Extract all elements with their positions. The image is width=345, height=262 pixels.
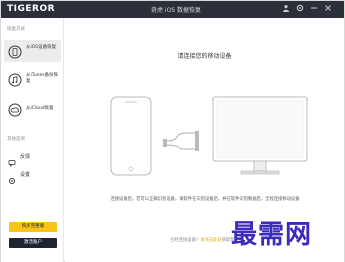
app-logo: TIGEROR bbox=[7, 4, 56, 14]
itunes-icon bbox=[8, 72, 22, 87]
user-icon[interactable] bbox=[281, 4, 291, 14]
phone-icon bbox=[8, 44, 22, 59]
sidebar-item-itunes[interactable]: 从iTunes备份恢复 bbox=[4, 68, 61, 90]
settings-icon[interactable] bbox=[295, 4, 305, 14]
help-link[interactable]: 请点击此处 bbox=[200, 238, 221, 243]
feedback-label: 反馈 bbox=[20, 154, 31, 160]
sidebar-item-label: 从iCloud恢复 bbox=[26, 106, 54, 111]
instructions-text: 连接设备后，若可以正确识别设备，请软件在识别设备后，并在软件识别数据后，全程连接… bbox=[110, 197, 300, 202]
sidebar-item-label: 从iTunes备份恢复 bbox=[26, 73, 59, 84]
page-title: 请连接您的移动设备 bbox=[177, 53, 232, 60]
sidebar: 恢复方式 从iOS设备恢复 从iTunes备份恢复 从iCloud恢复 其他选项 bbox=[1, 18, 64, 262]
cloud-icon bbox=[8, 102, 22, 117]
usb-cable-icon bbox=[163, 131, 199, 151]
sidebar-item-feedback[interactable]: 反馈 bbox=[4, 150, 61, 167]
monitor-illustration bbox=[212, 96, 308, 175]
gear-icon bbox=[8, 170, 16, 185]
sidebar-item-icloud[interactable]: 从iCloud恢复 bbox=[4, 98, 61, 120]
title-bar: TIGEROR 奇虎 iOS 数据恢复 bbox=[1, 1, 344, 18]
watermark: 最需网 bbox=[231, 220, 313, 250]
app-window: TIGEROR 奇虎 iOS 数据恢复 恢复方式 从iOS设备恢复 从iTune… bbox=[0, 0, 345, 262]
feedback-icon bbox=[8, 152, 16, 167]
connect-device-illustration bbox=[110, 96, 308, 176]
phone-illustration bbox=[110, 96, 152, 176]
close-icon[interactable] bbox=[323, 4, 333, 14]
footer-prefix: 已经连接设备？ bbox=[170, 238, 201, 243]
sidebar-item-ios-device[interactable]: 从iOS设备恢复 bbox=[4, 40, 61, 62]
section-label-recovery: 恢复方式 bbox=[7, 27, 25, 32]
window-title: 奇虎 iOS 数据恢复 bbox=[151, 7, 202, 14]
minimize-icon[interactable] bbox=[309, 4, 319, 14]
buy-full-version-button[interactable]: 购买完整版 bbox=[9, 222, 57, 232]
section-label-other: 其他选项 bbox=[7, 137, 25, 142]
sidebar-item-settings[interactable]: 设置 bbox=[4, 168, 61, 185]
sidebar-item-label: 从iOS设备恢复 bbox=[26, 45, 57, 50]
settings-label: 设置 bbox=[20, 172, 31, 178]
activate-account-button[interactable]: 激活账户 bbox=[9, 238, 57, 248]
